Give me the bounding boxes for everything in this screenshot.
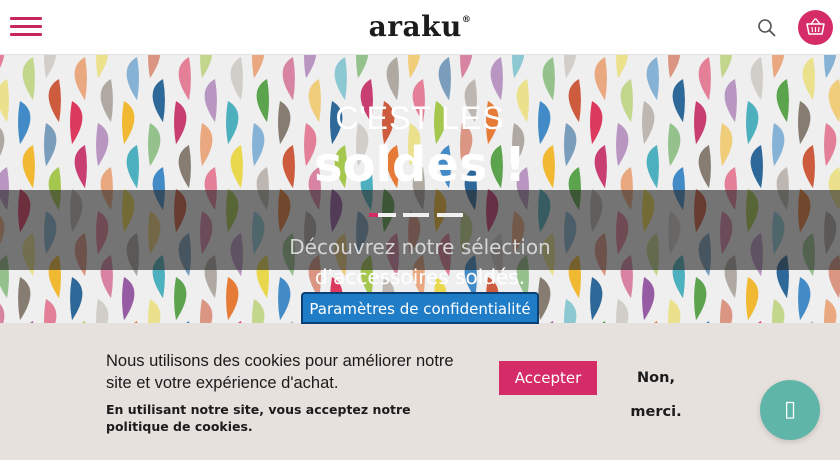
decline-cookies-button[interactable]: Non, merci. bbox=[612, 361, 700, 420]
hero-description-line1: Découvrez notre sélection bbox=[289, 235, 551, 259]
accept-cookies-button[interactable]: Accepter bbox=[499, 361, 597, 395]
hero-kicker: C'EST LES bbox=[335, 100, 505, 136]
slider-dot-1[interactable] bbox=[378, 213, 396, 217]
privacy-settings-button[interactable]: Paramètres de confidentialité bbox=[301, 292, 539, 324]
hero-banner[interactable]: C'EST LES soldes ! Découvrez notre sélec… bbox=[0, 55, 840, 330]
site-header: araku® bbox=[0, 0, 840, 55]
site-logo[interactable]: araku® bbox=[0, 10, 840, 43]
cookie-banner: Nous utilisons des cookies pour améliore… bbox=[0, 323, 840, 460]
basket-icon bbox=[806, 18, 825, 35]
chat-icon: ▯ bbox=[783, 397, 797, 422]
chat-button[interactable]: ▯ bbox=[760, 380, 820, 440]
slider-dot-2[interactable] bbox=[403, 213, 429, 217]
cookie-policy-notice: En utilisant notre site, vous acceptez n… bbox=[106, 402, 411, 434]
slider-dot-3[interactable] bbox=[437, 213, 463, 217]
cookie-message: Nous utilisons des cookies pour améliore… bbox=[106, 352, 454, 392]
slider-dot-active-marker bbox=[369, 213, 378, 217]
slider-dots bbox=[369, 213, 469, 219]
hero-description-line2: d'accessoires soldés. bbox=[314, 265, 526, 289]
logo-registered-mark: ® bbox=[461, 15, 472, 25]
cart-button[interactable] bbox=[798, 10, 833, 45]
search-button[interactable] bbox=[756, 17, 778, 39]
page: araku® C'EST LES soldes ! Découvrez notr… bbox=[0, 0, 840, 460]
search-icon bbox=[758, 19, 776, 37]
logo-text: araku bbox=[368, 10, 462, 43]
hero-headline: soldes ! bbox=[313, 137, 527, 193]
